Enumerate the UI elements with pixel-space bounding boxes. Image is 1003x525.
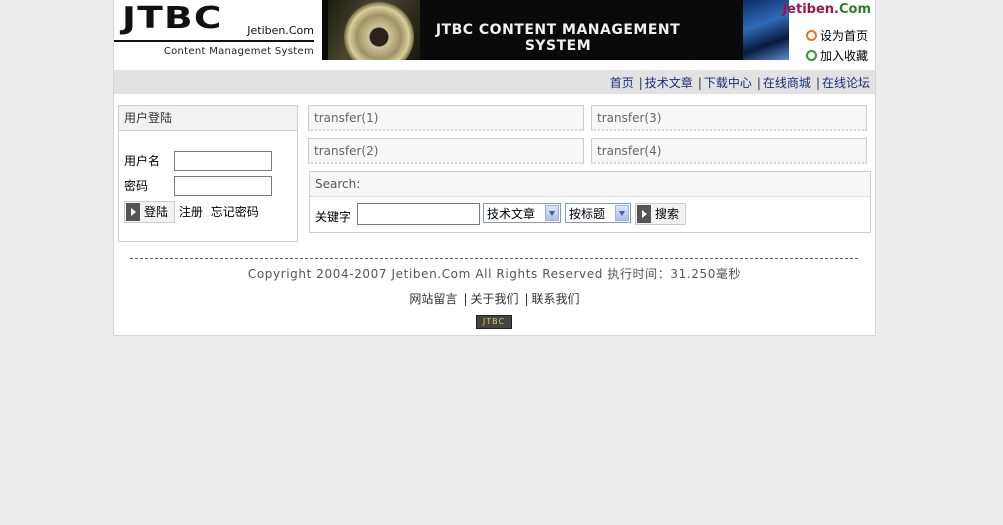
- chevron-down-icon: [545, 205, 559, 221]
- category-select[interactable]: 技术文章: [483, 203, 561, 223]
- transfer-box-1[interactable]: transfer(1): [308, 105, 584, 131]
- forgot-password-link[interactable]: 忘记密码: [211, 205, 259, 219]
- footer-links: 网站留言 | 关于我们 | 联系我们: [409, 292, 580, 306]
- login-title: 用户登陆: [119, 106, 297, 131]
- green-circle-icon: [806, 50, 817, 61]
- jtbc-badge[interactable]: JTBC: [476, 315, 512, 329]
- orange-circle-icon: [806, 30, 817, 41]
- set-homepage-label: 设为首页: [820, 29, 869, 43]
- arrow-right-icon: [637, 205, 651, 223]
- login-actions: 登陆 注册 忘记密码: [124, 201, 259, 223]
- set-homepage-link[interactable]: 设为首页: [806, 27, 868, 44]
- username-row: 用户名: [124, 152, 174, 169]
- category-selected: 技术文章: [487, 207, 536, 221]
- search-title: Search:: [310, 172, 870, 197]
- login-button[interactable]: 登陆: [124, 201, 176, 223]
- search-button[interactable]: 搜索: [635, 203, 687, 225]
- password-label: 密码: [124, 179, 149, 193]
- nav-downloads[interactable]: 下载中心: [704, 76, 752, 90]
- site-logo[interactable]: JTBC Jetiben.Com Content Managemet Syste…: [114, 0, 322, 60]
- brand-name: Jetiben.Com: [782, 2, 871, 17]
- field-select[interactable]: 按标题: [565, 203, 631, 223]
- nav-forum[interactable]: 在线论坛: [822, 76, 870, 90]
- brand-name-part2: Com: [838, 2, 871, 17]
- main-nav: 首页 | 技术文章 | 下载中心 | 在线商城 | 在线论坛: [114, 70, 875, 94]
- keyword-label: 关键字: [315, 210, 352, 224]
- cd-image: [328, 0, 420, 60]
- chevron-down-icon: [615, 205, 629, 221]
- nav-articles[interactable]: 技术文章: [645, 76, 693, 90]
- header-banner: JTBC CONTENT MANAGEMENT SYSTEM: [322, 0, 789, 60]
- banner-title: JTBC CONTENT MANAGEMENT SYSTEM: [435, 22, 681, 54]
- cd-disc-icon: [344, 2, 414, 60]
- brand-name-part1: Jetiben.: [782, 2, 839, 17]
- footer-link-guestbook[interactable]: 网站留言: [409, 292, 457, 306]
- logo-text: JTBC: [122, 1, 223, 36]
- register-link[interactable]: 注册: [179, 205, 203, 219]
- header-quick-links: Jetiben.Com 设为首页 加入收藏: [782, 0, 875, 63]
- transfer-box-3[interactable]: transfer(3): [591, 105, 867, 131]
- username-input[interactable]: [174, 151, 272, 171]
- keyword-input[interactable]: [357, 203, 480, 225]
- nav-shop[interactable]: 在线商城: [763, 76, 811, 90]
- page-container: JTBC Jetiben.Com Content Managemet Syste…: [113, 0, 876, 336]
- nav-home[interactable]: 首页: [610, 76, 634, 90]
- password-row: 密码: [124, 177, 174, 194]
- footer-link-contact[interactable]: 联系我们: [532, 292, 580, 306]
- login-panel: 用户登陆 用户名 密码 登陆 注册 忘记密码: [118, 105, 298, 242]
- search-button-label: 搜索: [655, 207, 680, 221]
- password-input[interactable]: [174, 176, 272, 196]
- copyright-text: Copyright 2004-2007 Jetiben.Com All Righ…: [247, 267, 742, 281]
- arrow-right-icon: [126, 203, 140, 221]
- transfer-box-2[interactable]: transfer(2): [308, 138, 584, 164]
- footer-divider: [130, 258, 858, 259]
- search-panel: Search: 关键字 技术文章 按标题 搜索: [309, 171, 871, 233]
- add-favorite-link[interactable]: 加入收藏: [806, 47, 868, 64]
- footer-link-about[interactable]: 关于我们: [470, 292, 518, 306]
- logo-site-name: Jetiben.Com: [247, 24, 314, 37]
- add-favorite-label: 加入收藏: [820, 49, 869, 63]
- logo-divider: [114, 40, 314, 42]
- logo-subtitle: Content Managemet System: [163, 46, 314, 57]
- transfer-box-4[interactable]: transfer(4): [591, 138, 867, 164]
- username-label: 用户名: [124, 154, 161, 168]
- login-button-label: 登陆: [144, 205, 169, 219]
- field-selected: 按标题: [569, 207, 606, 221]
